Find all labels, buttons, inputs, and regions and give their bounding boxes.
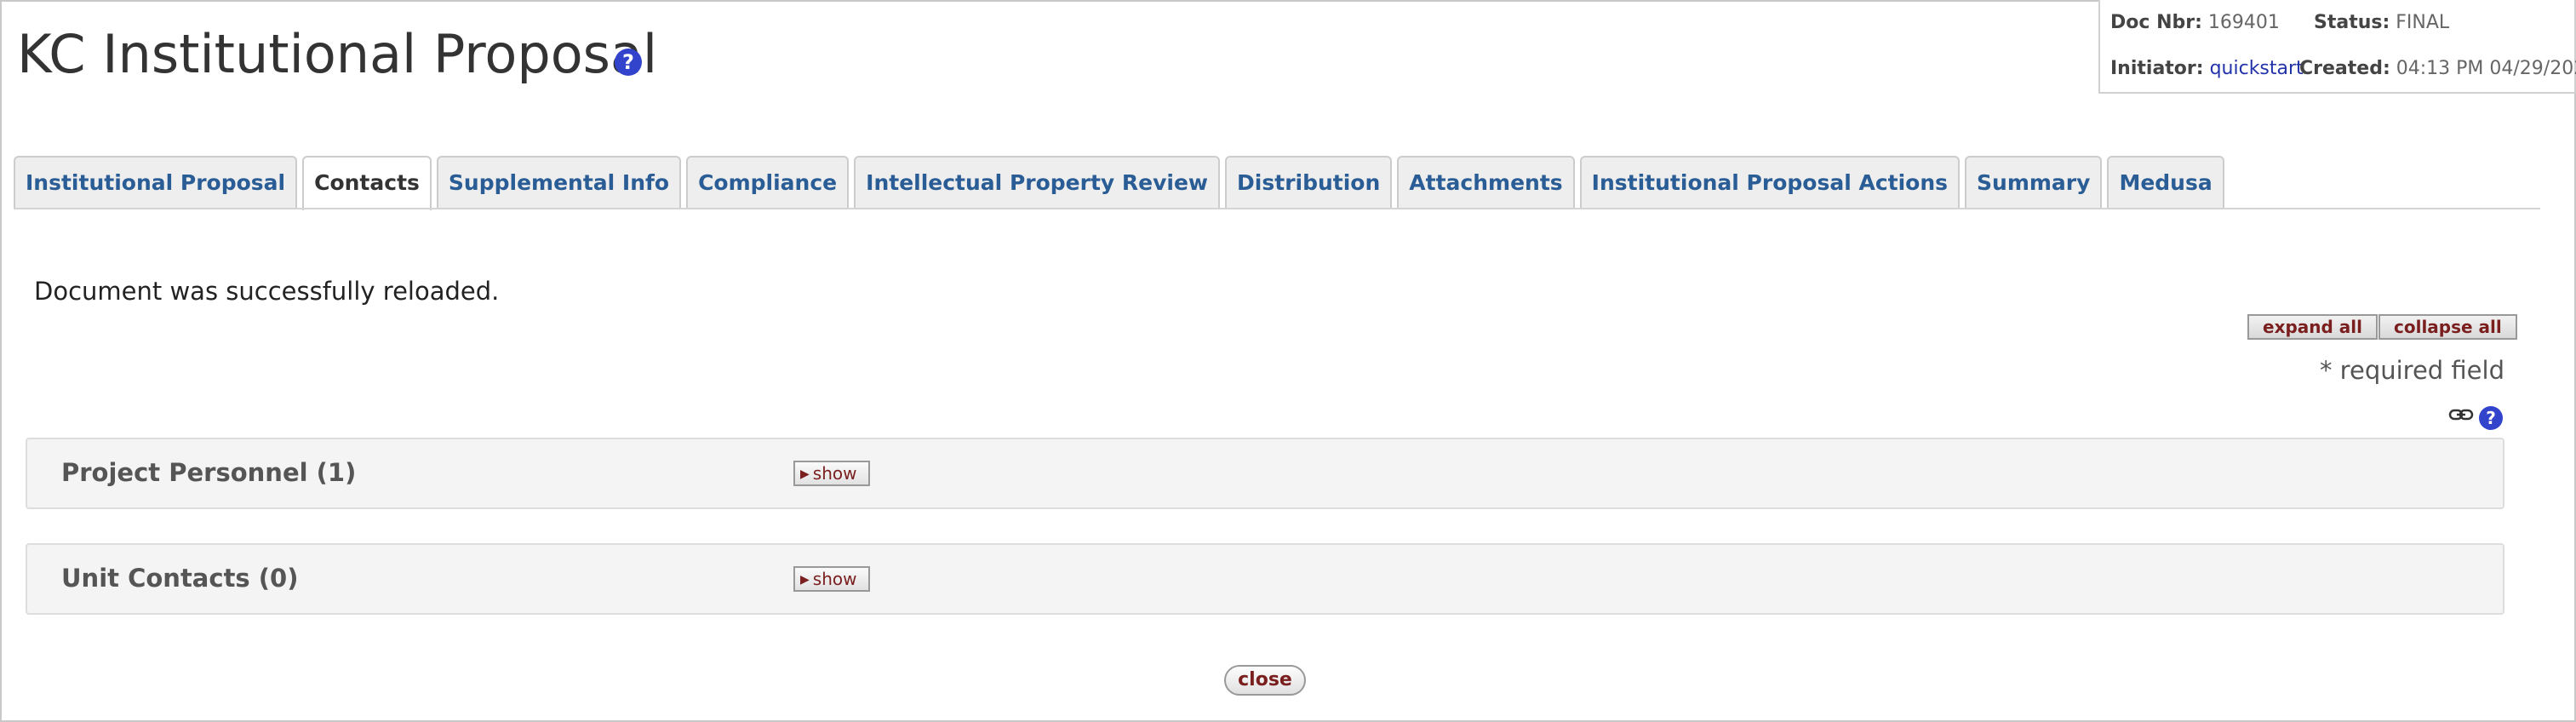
tab-attachments[interactable]: Attachments [1397, 156, 1575, 209]
required-field-note: * required field [2319, 356, 2504, 385]
tab-distribution[interactable]: Distribution [1225, 156, 1393, 209]
tab-summary[interactable]: Summary [1965, 156, 2103, 209]
link-icon[interactable] [2448, 404, 2474, 426]
panel-title: Unit Contacts (0) [61, 564, 299, 593]
caret-right-icon: ▶ [800, 573, 810, 587]
show-button[interactable]: ▶ show [793, 461, 870, 486]
status-label: Status: [2314, 12, 2390, 33]
collapse-all-button[interactable]: collapse all [2379, 314, 2517, 340]
caret-right-icon: ▶ [800, 467, 810, 481]
tab-divider [14, 208, 2540, 209]
panel-unit-contacts: Unit Contacts (0) ▶ show [26, 543, 2504, 615]
tab-compliance[interactable]: Compliance [686, 156, 850, 209]
created-label: Created: [2299, 58, 2390, 79]
panel-title: Project Personnel (1) [61, 458, 357, 487]
doc-number-value: 169401 [2207, 12, 2280, 33]
tab-medusa[interactable]: Medusa [2107, 156, 2224, 209]
close-button[interactable]: close [1224, 665, 1306, 696]
tab-institutional-proposal[interactable]: Institutional Proposal [14, 156, 298, 209]
help-icon[interactable]: ? [615, 49, 642, 76]
created-value: 04:13 PM 04/29/2025 [2396, 58, 2576, 79]
panel-project-personnel: Project Personnel (1) ▶ show [26, 438, 2504, 509]
success-message: Document was successfully reloaded. [34, 277, 500, 306]
show-button[interactable]: ▶ show [793, 566, 870, 592]
status-value: FINAL [2396, 12, 2450, 33]
tab-supplemental-info[interactable]: Supplemental Info [436, 156, 682, 209]
document-info-box: Doc Nbr: 169401 Status: FINAL Initiator:… [2098, 0, 2576, 94]
tab-contacts[interactable]: Contacts [302, 156, 432, 210]
show-label: show [812, 463, 857, 484]
initiator-label: Initiator: [2110, 58, 2204, 79]
show-label: show [812, 569, 857, 589]
initiator-link[interactable]: quickstart [2210, 58, 2304, 79]
tab-institutional-proposal-actions[interactable]: Institutional Proposal Actions [1579, 156, 1961, 209]
page-title: KC Institutional Proposal [17, 23, 658, 85]
expand-all-button[interactable]: expand all [2247, 314, 2379, 340]
doc-number-label: Doc Nbr: [2110, 12, 2202, 33]
tab-intellectual-property-review[interactable]: Intellectual Property Review [854, 156, 1221, 209]
tab-bar: Institutional Proposal Contacts Suppleme… [14, 156, 2224, 210]
help-icon[interactable]: ? [2479, 406, 2503, 430]
